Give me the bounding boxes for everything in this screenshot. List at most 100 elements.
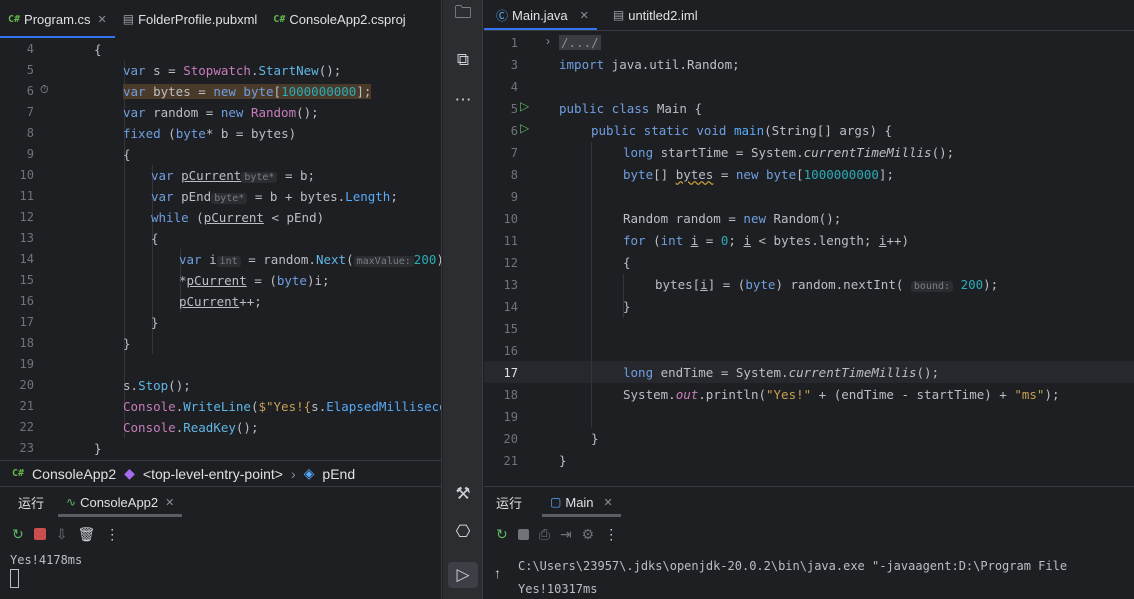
code-line: for (int i = 0; i < bytes.length; i++) [623, 233, 910, 248]
tab-run-config[interactable]: ∿ ConsoleApp2 ✕ [57, 487, 183, 517]
more-icon[interactable]: ⋮ [604, 526, 618, 543]
line-number: 8 [26, 126, 34, 140]
code-line: { [94, 42, 102, 57]
run-config-label: Main [565, 494, 594, 510]
window-icon: ▢ [550, 495, 562, 509]
line-number: 20 [19, 378, 34, 392]
code-line: System.out.println("Yes!" + (endTime - s… [623, 387, 1060, 402]
code-line: Console.ReadKey(); [123, 420, 259, 435]
stop-icon[interactable] [517, 528, 529, 540]
tab-main-java[interactable]: Ⓒ Main.java ✕ [484, 0, 597, 30]
stop-icon[interactable] [33, 528, 46, 540]
tab-folderprofile[interactable]: ▤ FolderProfile.pubxml [115, 0, 266, 38]
tab-csproj[interactable]: C# ConsoleApp2.csproj [265, 0, 413, 38]
java-class-icon: Ⓒ [496, 8, 509, 23]
code-line: *pCurrent = (byte)i; [179, 273, 330, 288]
folded-imports[interactable]: /.../ [559, 35, 601, 50]
code-line: } [623, 299, 631, 314]
run-gutter-icon[interactable]: ▷ [520, 121, 529, 135]
file-icon: ▤ [122, 12, 135, 26]
code-line: byte[] bytes = new byte[1000000000]; [623, 167, 894, 182]
build-icon[interactable]: ⚒ [443, 484, 483, 504]
camera-icon[interactable]: ⎙ [539, 526, 550, 543]
trash-icon[interactable]: 🗑 [77, 526, 95, 543]
code-line: long endTime = System.currentTimeMillis(… [623, 365, 940, 380]
fold-chevron-icon[interactable]: › [546, 34, 550, 48]
more-icon[interactable]: ⋯ [443, 90, 483, 110]
line-number: 15 [19, 273, 34, 287]
code-line: long startTime = System.currentTimeMilli… [623, 145, 955, 160]
run-tab[interactable]: 运行 [496, 487, 522, 517]
tab-label: FolderProfile.pubxml [138, 11, 258, 27]
line-number: 20 [503, 432, 518, 446]
close-icon[interactable]: ✕ [98, 13, 107, 26]
code-line: /.../ [559, 32, 601, 54]
breadcrumb-project[interactable]: ConsoleApp2 [32, 466, 116, 482]
tab-label: ConsoleApp2.csproj [289, 11, 406, 27]
tab-label: Main.java [512, 7, 568, 23]
csharp-file-icon: C# [273, 13, 286, 25]
code-line: var bytes = new byte[1000000000]; [123, 84, 372, 99]
line-number: 6 [26, 84, 34, 98]
rerun-icon[interactable]: ↻ [496, 526, 508, 543]
line-number: 23 [19, 441, 34, 455]
code-line: s.Stop(); [123, 378, 191, 393]
line-number: 13 [503, 278, 518, 292]
line-number: 9 [26, 147, 34, 161]
close-icon[interactable]: ✕ [165, 496, 174, 509]
code-line: import java.util.Random; [559, 57, 740, 72]
code-line: var s = Stopwatch.StartNew(); [123, 63, 342, 78]
run-tool-icon[interactable]: ▷ [448, 562, 478, 588]
right-code-editor[interactable]: 1 3 4 5 6 7 8 9 10 11 12 13 14 15 16 17 18 19 20 21 › ▷ ▷ /… [484, 32, 1134, 480]
run-gutter-icon[interactable]: ▷ [520, 99, 529, 113]
profiler-icon[interactable]: ⏱ [40, 84, 49, 97]
settings-icon[interactable]: ⚙ [582, 526, 595, 543]
line-number: 17 [19, 315, 34, 329]
services-icon[interactable]: ⎔ [443, 522, 483, 542]
code-line: var iint = random.Next(maxValue:200); [179, 252, 441, 267]
code-line: var pCurrent byte* = b; [151, 168, 316, 183]
line-number: 14 [503, 300, 518, 314]
line-number: 17 [503, 366, 518, 380]
param-hint: maxValue: [353, 256, 414, 267]
console-cursor[interactable] [10, 569, 19, 588]
folder-icon[interactable]: 🗀 [443, 0, 483, 29]
line-number: 11 [19, 189, 34, 203]
tab-label: Program.cs [24, 11, 91, 27]
tab-program-cs[interactable]: C# Program.cs ✕ [0, 0, 115, 38]
breadcrumb-entry[interactable]: <top-level-entry-point> [143, 466, 283, 482]
line-number: 15 [503, 322, 518, 336]
line-number: 16 [19, 294, 34, 308]
line-number: 10 [503, 212, 518, 226]
line-number: 13 [19, 231, 34, 245]
breadcrumb-symbol[interactable]: pEnd [322, 466, 355, 482]
scroll-up-icon[interactable]: ↑ [494, 565, 501, 581]
run-tab[interactable]: 运行 [18, 487, 44, 517]
tool-window-bar: 🗀 ⧉ ⋯ ⚒ ⎔ ▷ [443, 0, 483, 599]
rerun-icon[interactable]: ↻ [12, 526, 24, 543]
tab-untitled2-iml[interactable]: ▤ untitled2.iml [605, 0, 706, 30]
more-icon[interactable]: ⋮ [105, 526, 119, 543]
export-icon[interactable]: ⇥ [560, 526, 572, 543]
left-run-panel: 运行 ∿ ConsoleApp2 ✕ ↻ ⇩ 🗑 ⋮ Yes!4178ms [0, 486, 441, 599]
close-icon[interactable]: ✕ [580, 9, 589, 22]
code-line: { [151, 231, 159, 246]
right-tab-bar: Ⓒ Main.java ✕ ▤ untitled2.iml [484, 0, 1134, 31]
structure-icon[interactable]: ⧉ [443, 50, 483, 70]
line-number: 12 [19, 210, 34, 224]
left-code-editor[interactable]: 4 5 6 7 8 9 10 11 12 13 14 15 16 17 18 19 20 21 22 23 { var… [0, 39, 441, 460]
run-config-label: ConsoleApp2 [80, 494, 159, 510]
close-icon[interactable]: ✕ [604, 496, 613, 509]
scroll-to-end-icon[interactable]: ⇩ [56, 526, 68, 543]
chevron-right-icon: › [290, 465, 296, 482]
code-line: while (pCurrent < pEnd) [151, 210, 325, 225]
line-number: 22 [19, 420, 34, 434]
type-hint: int [216, 256, 241, 267]
code-line: fixed (byte* b = bytes) [123, 126, 297, 141]
line-number: 18 [19, 336, 34, 350]
console-command: C:\Users\23957\.jdks\openjdk-20.0.2\bin\… [518, 559, 1068, 573]
line-number: 14 [19, 252, 34, 266]
line-number: 3 [510, 58, 518, 72]
line-number: 9 [510, 190, 518, 204]
tab-run-config[interactable]: ▢ Main ✕ [542, 487, 621, 517]
